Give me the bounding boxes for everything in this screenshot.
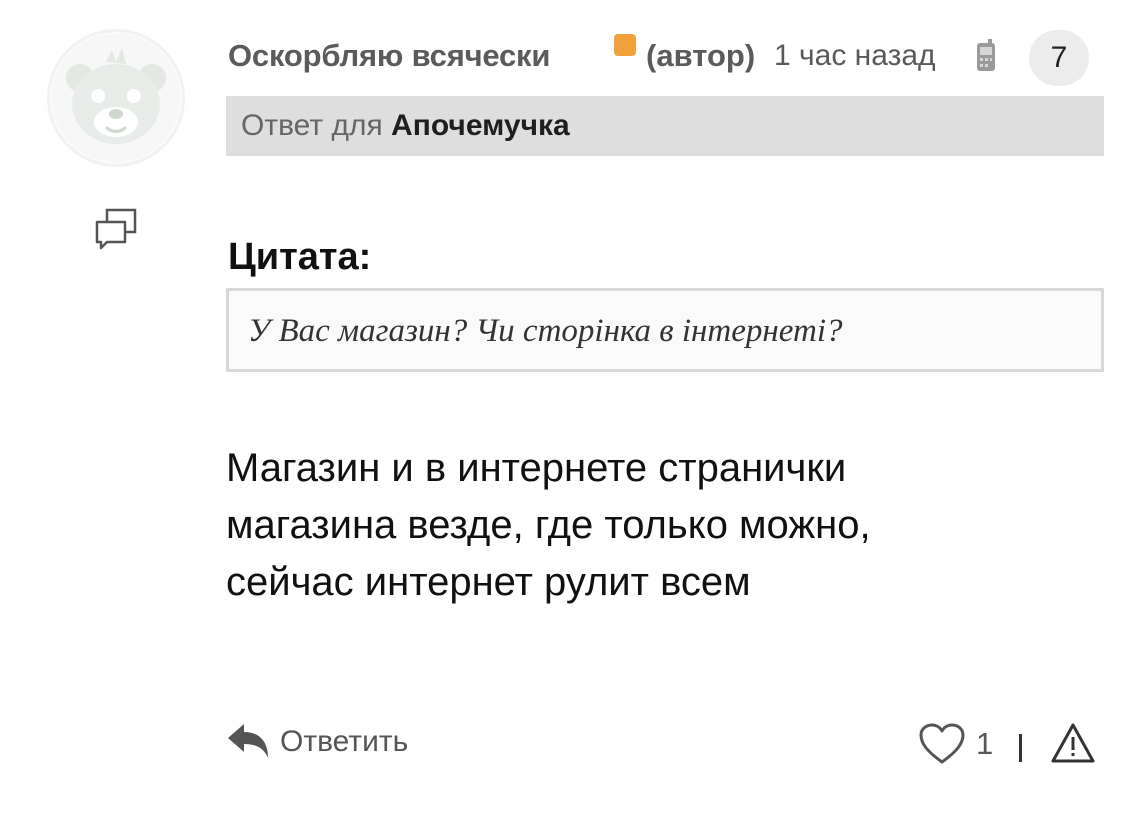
- message-line: Магазин и в интернете странички: [226, 446, 847, 490]
- bear-avatar-icon: [52, 34, 180, 162]
- message-line: магазина везде, где только можно,: [226, 503, 871, 547]
- reply-to-prefix: Ответ для: [241, 109, 383, 142]
- warning-triangle-icon[interactable]: [1050, 722, 1096, 764]
- heart-icon[interactable]: [918, 722, 966, 766]
- quote-label: Цитата:: [228, 236, 372, 278]
- reply-to-name[interactable]: Апочемучка: [391, 109, 570, 142]
- message-line: сейчас интернет рулит всем: [226, 560, 751, 604]
- reply-button[interactable]: Ответить: [226, 716, 408, 768]
- online-status-icon: [614, 34, 636, 56]
- avatar[interactable]: [50, 32, 182, 164]
- message-body: Магазин и в интернете странички магазина…: [226, 440, 1086, 611]
- reply-to-bar: Ответ для Апочемучка: [226, 96, 1104, 156]
- quote-box: У Вас магазин? Чи сторінка в інтернеті?: [226, 288, 1104, 372]
- author-name[interactable]: Оскорбляю всячески: [228, 38, 550, 74]
- reply-arrow-icon: [228, 724, 268, 758]
- threads-icon[interactable]: [93, 208, 139, 250]
- comment-count-badge[interactable]: 7: [1029, 30, 1089, 86]
- post-header: Оскорбляю всячески (автор) 1 час назад 7: [228, 30, 1105, 86]
- mobile-phone-icon: [977, 39, 995, 71]
- timestamp: 1 час назад: [774, 39, 936, 72]
- author-tag: (автор): [646, 38, 756, 73]
- like-group: 1: [918, 718, 993, 770]
- like-count: 1: [976, 726, 994, 761]
- divider: [1019, 734, 1022, 762]
- reply-label: Ответить: [280, 725, 409, 758]
